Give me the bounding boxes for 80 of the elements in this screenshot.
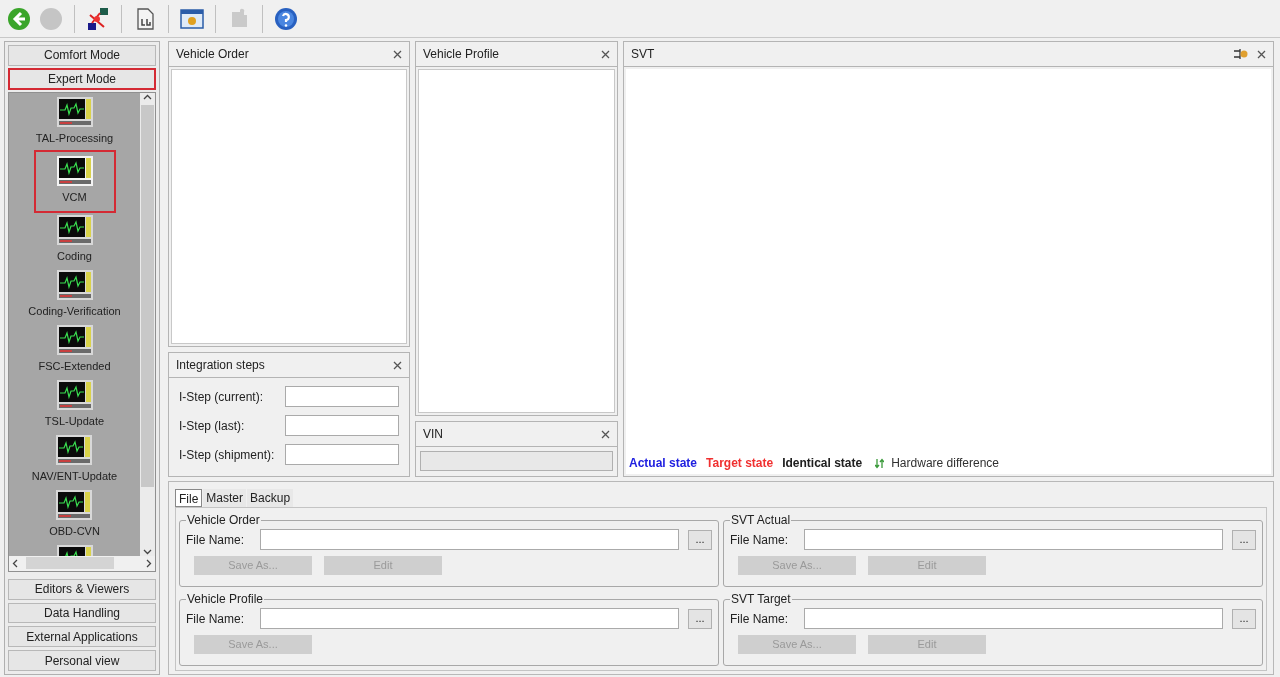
field-label: File Name: <box>730 531 789 549</box>
function-item[interactable]: FSC-Extended <box>34 322 115 378</box>
function-label: FSC-Extended <box>38 358 111 374</box>
close-icon[interactable] <box>393 49 402 59</box>
vertical-scrollbar[interactable] <box>140 92 155 556</box>
group-title: SVT Target <box>730 591 792 608</box>
scroll-up-icon[interactable] <box>143 92 152 102</box>
mode-button[interactable]: Comfort Mode <box>8 45 156 66</box>
field-label: I-Step (current): <box>179 388 264 406</box>
tab[interactable]: File <box>175 489 203 507</box>
function-item[interactable]: VCM <box>33 149 116 213</box>
close-icon[interactable] <box>393 360 402 370</box>
file-name-field[interactable] <box>804 529 1223 550</box>
function-label: NAV/ENT-Update <box>31 468 118 484</box>
panel-title: VIN <box>423 426 443 443</box>
tab[interactable]: Master <box>203 489 247 507</box>
mode-button[interactable]: Personal view <box>8 650 156 671</box>
scroll-left-icon[interactable] <box>11 558 20 568</box>
tab[interactable]: Backup <box>247 489 294 507</box>
function-label: TSL-Update <box>44 413 105 429</box>
group-title: SVT Actual <box>730 512 792 529</box>
text-field[interactable] <box>285 415 399 436</box>
swap-arrows-icon <box>875 457 885 469</box>
monitor-icon <box>56 379 93 410</box>
network-icon[interactable] <box>85 5 111 32</box>
mode-button[interactable]: Expert Mode <box>8 67 156 90</box>
legend-label: Identical state <box>782 455 863 472</box>
text-field[interactable] <box>285 386 399 407</box>
monitor-icon <box>56 324 93 355</box>
back-icon[interactable] <box>6 5 32 32</box>
monitor-icon <box>56 214 93 245</box>
field-label: File Name: <box>730 610 789 628</box>
function-item[interactable]: Coding-Verification <box>24 267 125 323</box>
function-item[interactable]: TSL-Update <box>40 377 109 433</box>
help-icon[interactable] <box>273 5 299 32</box>
group-title: Vehicle Order <box>186 512 261 529</box>
panel-title: Integration steps <box>176 357 265 374</box>
panel-title: Vehicle Profile <box>423 46 500 63</box>
group-title: Vehicle Profile <box>186 591 265 608</box>
file-name-field[interactable] <box>804 608 1223 629</box>
scroll-right-icon[interactable] <box>144 558 153 568</box>
function-item[interactable]: NAV/ENT-Update <box>27 432 122 488</box>
function-label: VCM <box>62 189 87 205</box>
field-label: File Name: <box>186 610 245 628</box>
field-label: File Name: <box>186 531 245 549</box>
legend-label: Hardware difference <box>891 455 1000 472</box>
panel-title: Vehicle Order <box>176 46 249 63</box>
monitor-icon <box>56 489 93 520</box>
file-name-field[interactable] <box>260 608 679 629</box>
browse-button[interactable]: ... <box>688 529 712 550</box>
function-label: Coding <box>57 248 92 264</box>
horizontal-scrollbar[interactable] <box>9 555 155 571</box>
legend-label: Actual state <box>629 455 698 472</box>
file-name-field[interactable] <box>260 529 679 550</box>
field-label: I-Step (shipment): <box>179 446 275 464</box>
function-label: TAL-Processing <box>35 130 114 146</box>
browse-button[interactable]: ... <box>1232 529 1256 550</box>
vin-field[interactable] <box>420 451 613 471</box>
function-item[interactable]: Coding <box>52 212 97 268</box>
mode-button[interactable]: Editors & Viewers <box>8 578 156 600</box>
browse-button[interactable]: ... <box>1232 608 1256 629</box>
function-label: Coding-Verification <box>28 303 121 319</box>
close-icon[interactable] <box>601 429 610 439</box>
field-label: I-Step (last): <box>179 417 245 435</box>
mode-button[interactable]: Data Handling <box>8 602 156 624</box>
close-icon[interactable] <box>1257 49 1266 59</box>
function-item[interactable]: TAL-Processing <box>31 94 118 150</box>
legend-label: Target state <box>706 455 774 472</box>
function-label: OBD-CVN <box>49 523 100 539</box>
close-icon[interactable] <box>601 49 610 59</box>
panel-title: SVT <box>631 46 655 63</box>
monitor-icon <box>56 96 93 127</box>
monitor-icon <box>56 269 93 300</box>
function-item[interactable]: OBD-CVN <box>45 487 104 543</box>
monitor-icon <box>56 434 93 465</box>
browse-button[interactable]: ... <box>688 608 712 629</box>
mode-button[interactable]: External Applications <box>8 626 156 648</box>
connector-icon[interactable] <box>1233 47 1249 61</box>
text-field[interactable] <box>285 444 399 465</box>
monitor-icon <box>56 155 93 186</box>
